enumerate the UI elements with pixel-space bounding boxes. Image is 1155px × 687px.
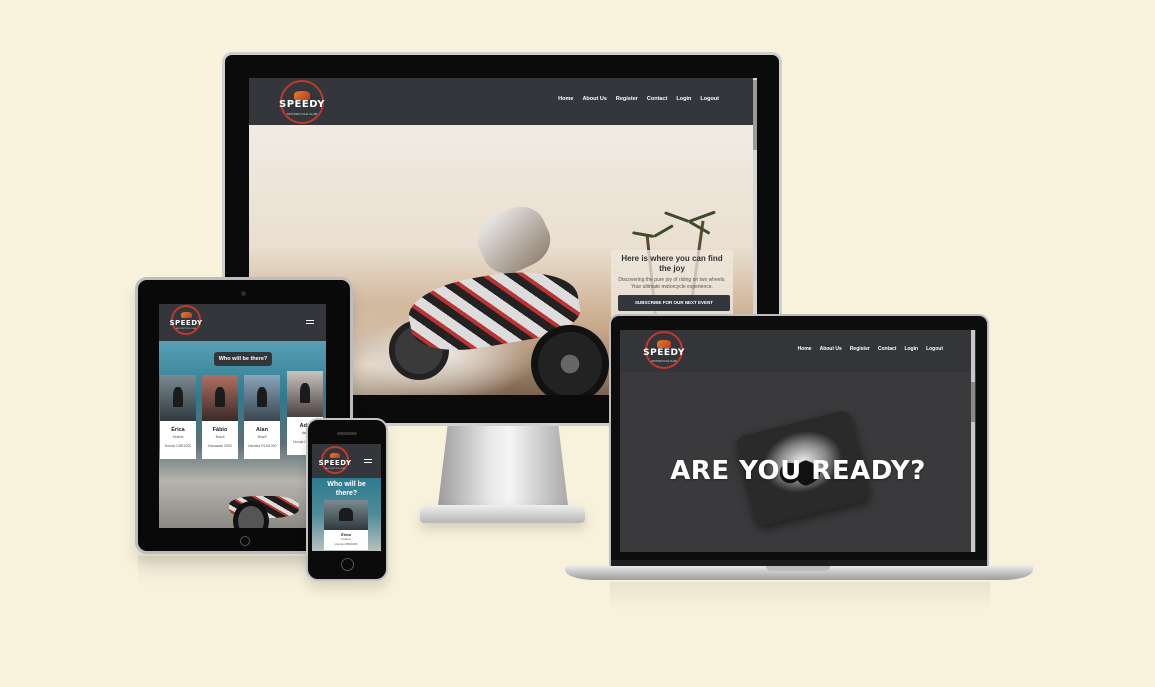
logo-name: SPEEDY xyxy=(643,348,685,358)
logo-name: SPEEDY xyxy=(318,459,352,467)
logo-tagline: MOTORCYCLE CLUB xyxy=(287,112,317,116)
tablet-reflection xyxy=(138,556,352,586)
rider xyxy=(469,198,559,282)
rider-country: Ireland xyxy=(341,537,351,541)
site-logo[interactable]: SPEEDY MOTORCYCLE CLUB xyxy=(643,331,685,371)
nav-logout[interactable]: Logout xyxy=(700,96,719,102)
nav-about[interactable]: About Us xyxy=(582,96,606,102)
monitor-stand xyxy=(437,426,569,514)
nav-contact[interactable]: Contact xyxy=(878,346,897,352)
scrollbar[interactable] xyxy=(971,330,975,552)
hero-text: Discovering the pure joy of riding on tw… xyxy=(618,277,726,290)
subscribe-button[interactable]: SUBSCRIBE FOR OUR NEXT EVENT xyxy=(618,295,730,311)
logo-tagline: MOTORCYCLE CLUB xyxy=(325,468,345,470)
motorcycle-icon xyxy=(330,452,340,458)
tablet-home-button xyxy=(240,536,250,546)
hamburger-menu-icon[interactable] xyxy=(306,320,314,326)
nav-contact[interactable]: Contact xyxy=(647,96,667,102)
palm-leaf xyxy=(632,231,655,238)
nav-register[interactable]: Register xyxy=(616,96,638,102)
palm-leaf xyxy=(664,211,690,223)
ready-headline: ARE YOU READY? xyxy=(670,456,926,486)
motorcycle-icon xyxy=(180,312,192,318)
monitor-base xyxy=(420,505,585,523)
site-logo[interactable]: SPEEDY MOTORCYCLE CLUB xyxy=(318,446,352,476)
rider-country: Brazil xyxy=(215,435,225,439)
palm-leaf xyxy=(653,224,674,238)
scrollbar-thumb[interactable] xyxy=(753,80,757,150)
rider-photo xyxy=(160,375,196,421)
hero-cta-box: Here is where you can find the joy Disco… xyxy=(611,250,733,322)
rider-bike: Honda CBR1000 xyxy=(334,542,358,546)
site-logo[interactable]: SPEEDY MOTORCYCLE CLUB xyxy=(169,305,203,339)
rider-country: Brazil xyxy=(257,435,267,439)
site-logo[interactable]: SPEEDY MOTORCYCLE CLUB xyxy=(279,80,325,124)
hero-title: Here is where you can find the joy xyxy=(621,254,723,273)
section-title: Who will be there? xyxy=(327,481,366,497)
motorcycle-icon xyxy=(657,339,671,348)
rider-card[interactable]: Érica Ireland Honda CBR1000 xyxy=(324,500,368,550)
hamburger-menu-icon[interactable] xyxy=(364,459,372,465)
nav-register[interactable]: Register xyxy=(850,346,870,352)
main-nav: Home About Us Register Contact Login Log… xyxy=(558,96,719,102)
tablet-camera xyxy=(241,291,246,296)
bike-front-wheel xyxy=(531,325,609,395)
rider-photo xyxy=(287,371,323,417)
rider-name: Fábio xyxy=(212,427,228,433)
rider-bike: Honda CBR1000 xyxy=(164,444,192,448)
rider-photo xyxy=(244,375,280,421)
site-header: SPEEDY MOTORCYCLE CLUB xyxy=(159,304,326,341)
logo-name: SPEEDY xyxy=(169,319,203,327)
nav-home[interactable]: Home xyxy=(798,346,812,352)
nav-login[interactable]: Login xyxy=(904,346,918,352)
site-header: SPEEDY MOTORCYCLE CLUB xyxy=(312,444,381,478)
phone-speaker xyxy=(337,432,357,435)
laptop-screen: SPEEDY MOTORCYCLE CLUB Home About Us Reg… xyxy=(620,330,976,552)
nav-home[interactable]: Home xyxy=(558,96,573,102)
rider-card[interactable]: Érica Ireland Honda CBR1000 xyxy=(160,375,196,459)
scrollbar-thumb[interactable] xyxy=(971,382,975,422)
rider-country: Ireland xyxy=(172,435,184,439)
section-title: Who will be there? xyxy=(214,352,272,366)
logo-tagline: MOTORCYCLE CLUB xyxy=(651,360,677,363)
nav-login[interactable]: Login xyxy=(676,96,691,102)
main-nav: Home About Us Register Contact Login Log… xyxy=(798,346,943,352)
logo-tagline: MOTORCYCLE CLUB xyxy=(176,328,196,330)
rider-bike: Yamaha R1M1000 xyxy=(247,444,277,448)
logo-name: SPEEDY xyxy=(279,99,326,110)
rider-card[interactable]: Alan Brazil Yamaha R1M1000 xyxy=(244,375,280,459)
tablet-screen: SPEEDY MOTORCYCLE CLUB Who will be there… xyxy=(159,304,326,528)
rider-bike: Kawasaki Z900 xyxy=(208,444,232,448)
rider-card[interactable]: Fábio Brazil Kawasaki Z900 xyxy=(202,375,238,459)
rider-photo xyxy=(202,375,238,421)
rider-name: Alan xyxy=(256,427,268,433)
laptop-reflection xyxy=(610,582,990,610)
rider-name: Érica xyxy=(171,427,185,433)
nav-about[interactable]: About Us xyxy=(820,346,842,352)
site-header: SPEEDY MOTORCYCLE CLUB Home About Us Reg… xyxy=(249,78,757,125)
laptop-notch xyxy=(766,566,830,571)
site-header: SPEEDY MOTORCYCLE CLUB Home About Us Reg… xyxy=(620,330,976,372)
phone-screen: SPEEDY MOTORCYCLE CLUB Who will be there… xyxy=(312,444,381,551)
rider-photo xyxy=(324,500,368,530)
nav-logout[interactable]: Logout xyxy=(926,346,943,352)
